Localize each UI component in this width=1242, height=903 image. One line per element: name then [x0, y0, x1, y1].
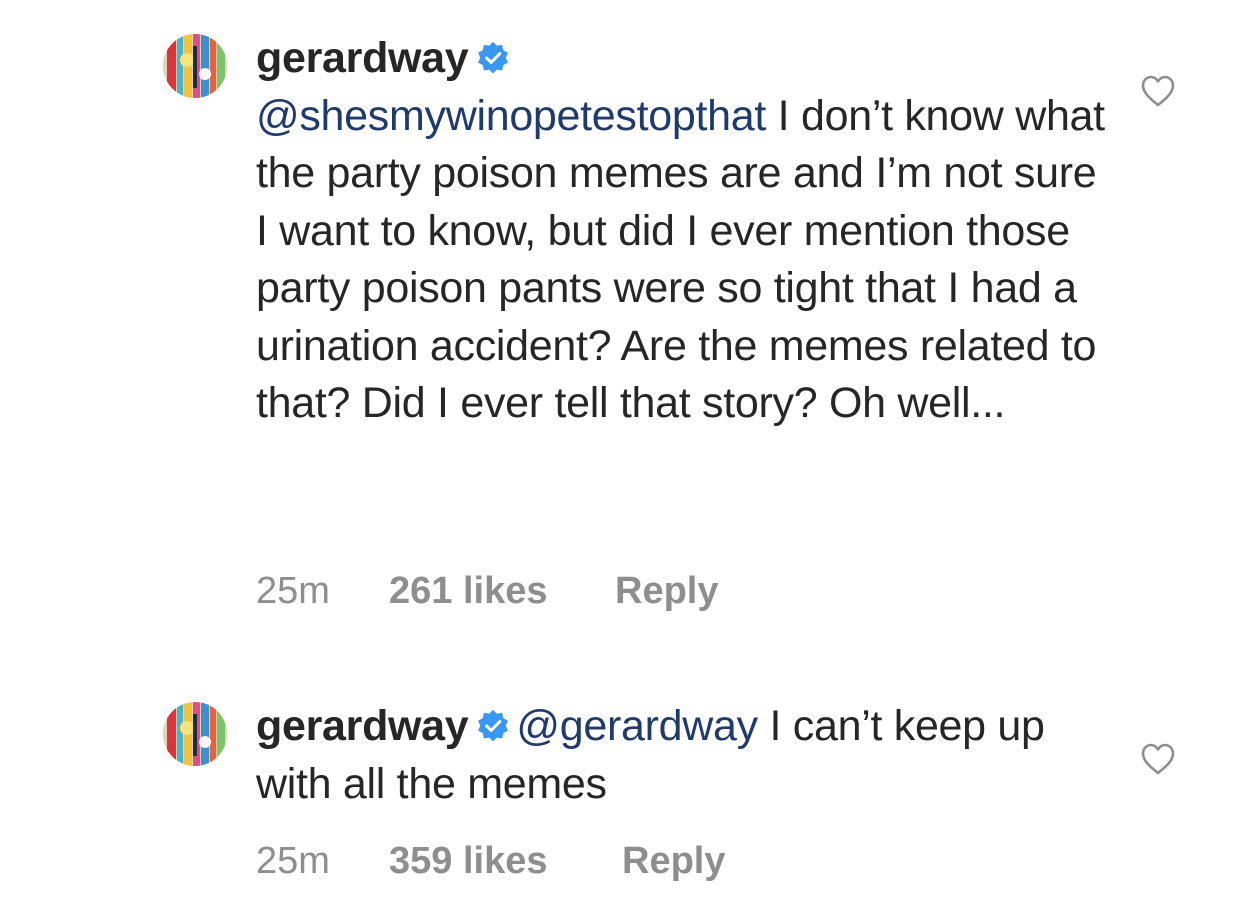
comment-username[interactable]: gerardway	[256, 702, 469, 750]
comment-meta: 25m 359 likes Reply	[256, 840, 725, 883]
comment-mention-link[interactable]: @shesmywinopetestopthat	[256, 92, 766, 140]
comment-likes-count[interactable]: 261 likes	[389, 570, 615, 613]
comment-mention-link[interactable]: @gerardway	[516, 702, 758, 750]
comment-likes-count[interactable]: 359 likes	[389, 840, 622, 883]
heart-outline-icon[interactable]	[1140, 742, 1176, 776]
comment-timestamp: 25m	[256, 840, 330, 882]
verified-badge-icon	[478, 709, 509, 742]
heart-outline-icon[interactable]	[1140, 74, 1176, 108]
comment-username[interactable]: gerardway	[256, 34, 469, 82]
comment-body: gerardway @gerardway I can’t keep up wit…	[256, 698, 1106, 813]
avatar-image	[163, 34, 227, 98]
avatar[interactable]	[163, 702, 227, 766]
reply-button[interactable]: Reply	[615, 570, 718, 613]
verified-badge-icon	[478, 41, 509, 74]
comment-body: gerardway @shesmywinopetestopthat I don’…	[256, 30, 1106, 433]
avatar-image	[163, 702, 227, 766]
comment-meta: 25m 261 likes Reply	[256, 570, 718, 613]
avatar[interactable]	[163, 34, 227, 98]
comment-text: I don’t know what the party poison memes…	[256, 91, 1105, 428]
comment-timestamp: 25m	[256, 570, 330, 612]
reply-button[interactable]: Reply	[622, 840, 725, 883]
